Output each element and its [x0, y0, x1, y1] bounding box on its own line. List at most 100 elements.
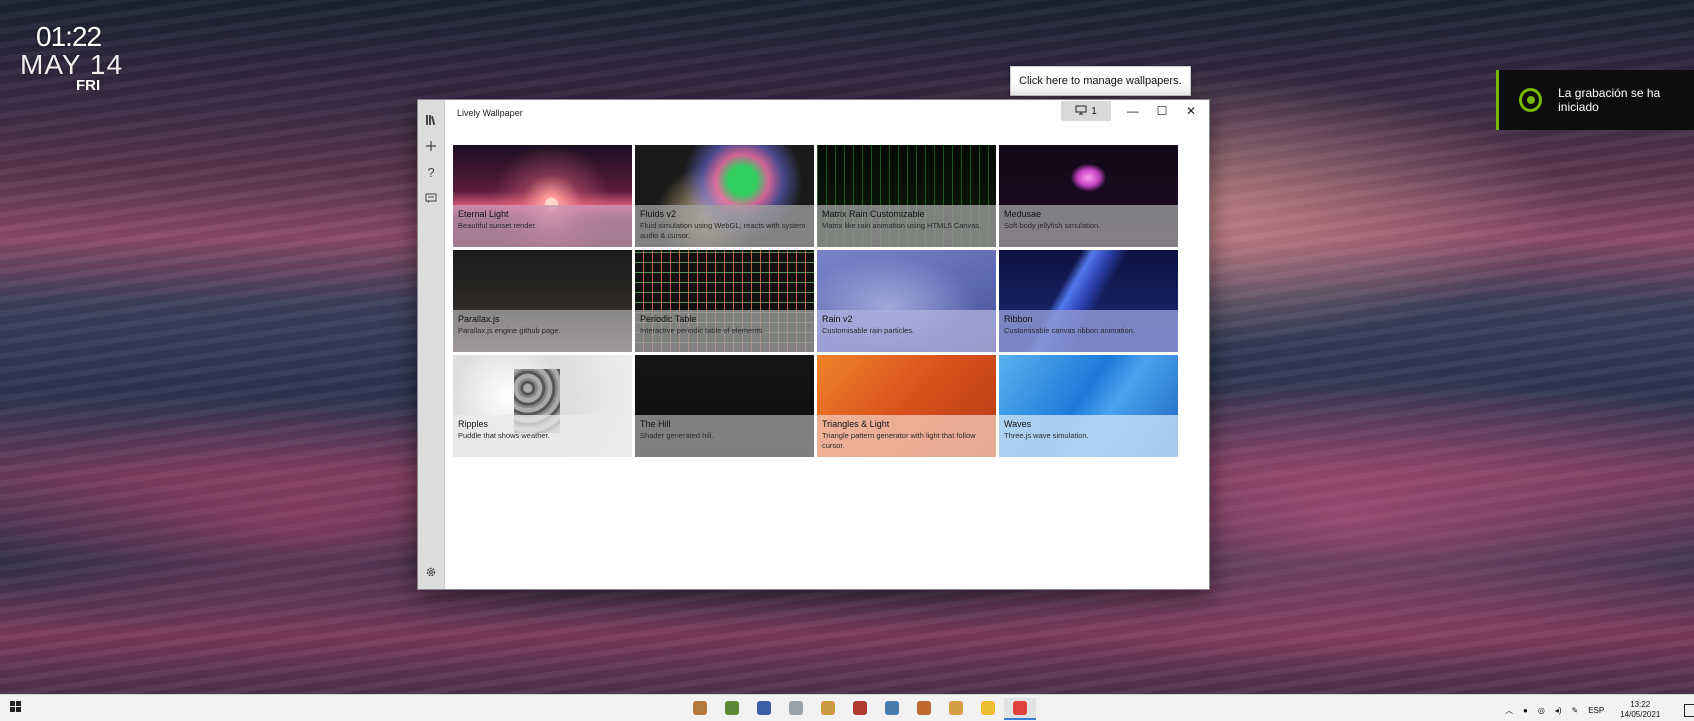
taskbar-app-button[interactable]: [876, 698, 908, 718]
taskbar-app-button[interactable]: [748, 698, 780, 718]
tile-name: Rain v2: [822, 314, 853, 324]
wallpaper-tile[interactable]: Medusae Soft body jellyfish simulation.: [999, 145, 1178, 247]
recording-icon: [1519, 88, 1543, 112]
pen-icon[interactable]: ✎: [1572, 706, 1579, 715]
app-icon-tools: [821, 701, 835, 715]
tile-caption: The Hill Shader generated hill.: [635, 415, 814, 457]
wallpaper-tile[interactable]: Periodic Table Interactive periodic tabl…: [635, 250, 814, 352]
wallpaper-tile[interactable]: Ribbon Customisable canvas ribbon animat…: [999, 250, 1178, 352]
monitor-icon: [1075, 105, 1087, 118]
add-icon[interactable]: [418, 136, 444, 156]
desktop-clock-widget: 01:22 MAY 14 FRI: [20, 22, 123, 94]
taskbar-app-button[interactable]: [780, 698, 812, 718]
network-icon[interactable]: ◎: [1538, 706, 1545, 715]
tile-caption: Matrix Rain Customizable Matrix like rai…: [817, 205, 996, 247]
recording-text: La grabación se ha iniciado: [1558, 86, 1661, 114]
tile-caption: Eternal Light Beautiful sunset render.: [453, 205, 632, 247]
tile-desc: Fluid simulation using WebGL, reacts wit…: [640, 221, 806, 240]
wallpaper-tile[interactable]: Ripples Puddle that shows weather.: [453, 355, 632, 457]
chevron-up-icon[interactable]: ︿: [1505, 705, 1513, 716]
taskbar-app-button[interactable]: [812, 698, 844, 718]
wallpaper-tile[interactable]: Waves Three.js wave simulation.: [999, 355, 1178, 457]
feedback-icon[interactable]: [418, 188, 444, 208]
tile-desc: Interactive periodic table of elements.: [640, 326, 765, 335]
tile-name: Fluids v2: [640, 209, 677, 219]
tile-name: Waves: [1004, 419, 1032, 429]
taskbar-app-button[interactable]: [684, 698, 716, 718]
window-title: Lively Wallpaper: [457, 108, 523, 118]
tile-name: Matrix Rain Customizable: [822, 209, 925, 219]
tile-name: Triangles & Light: [822, 419, 890, 429]
tile-caption: Parallax.js Parallax.js engine github pa…: [453, 310, 632, 352]
taskbar: ︿ ● ◎ ◂) ✎ ESP 13:22 14/05/2021: [0, 694, 1694, 721]
app-icon-robot: [885, 701, 899, 715]
language-indicator[interactable]: ESP: [1588, 706, 1604, 715]
tile-caption: Waves Three.js wave simulation.: [999, 415, 1178, 457]
taskbar-app-button[interactable]: [908, 698, 940, 718]
app-icon-brush: [917, 701, 931, 715]
help-icon[interactable]: ?: [418, 162, 444, 182]
tile-desc: Beautiful sunset render.: [458, 221, 537, 230]
taskbar-app-button[interactable]: [940, 698, 972, 718]
taskbar-clock[interactable]: 13:22 14/05/2021: [1620, 700, 1660, 720]
archive-app-icon: [693, 701, 707, 715]
maximize-button[interactable]: ☐: [1148, 101, 1176, 121]
tile-name: Ripples: [458, 419, 489, 429]
tile-name: Ribbon: [1004, 314, 1033, 324]
clock-time: 01:22: [36, 21, 102, 52]
tile-name: Eternal Light: [458, 209, 509, 219]
lively-window: ? Lively Wallpaper 1 — ☐ ✕ Eternal Light…: [417, 99, 1210, 590]
app-icon-notes: [949, 701, 963, 715]
windows-start-icon[interactable]: [10, 701, 22, 713]
tile-name: Parallax.js: [458, 314, 500, 324]
wallpaper-tile[interactable]: Parallax.js Parallax.js engine github pa…: [453, 250, 632, 352]
wallpaper-tile[interactable]: Triangles & Light Triangle pattern gener…: [817, 355, 996, 457]
volume-icon[interactable]: ◂): [1555, 706, 1562, 715]
tile-caption: Fluids v2 Fluid simulation using WebGL, …: [635, 205, 814, 247]
tile-desc: Customisable canvas ribbon animation.: [1004, 326, 1135, 335]
tile-desc: Parallax.js engine github page.: [458, 326, 561, 335]
emoji-app-icon: [981, 701, 995, 715]
library-icon[interactable]: [418, 110, 444, 130]
app-icon-blue: [757, 701, 771, 715]
monitor-select-button[interactable]: 1: [1061, 101, 1111, 121]
taskbar-app-button[interactable]: [716, 698, 748, 718]
minimize-button[interactable]: —: [1119, 101, 1147, 121]
monitor-number: 1: [1091, 105, 1097, 117]
taskbar-app-button[interactable]: [844, 698, 876, 718]
wallpaper-tile[interactable]: Eternal Light Beautiful sunset render.: [453, 145, 632, 247]
tile-desc: Customisable rain particles.: [822, 326, 915, 335]
tile-desc: Matrix like rain animation using HTML5 C…: [822, 221, 982, 230]
taskbar-app-button[interactable]: [972, 698, 1004, 718]
taskbar-time: 13:22: [1630, 700, 1651, 709]
microphone-icon[interactable]: ●: [1523, 706, 1528, 715]
minecraft-app-icon: [725, 701, 739, 715]
tile-caption: Ribbon Customisable canvas ribbon animat…: [999, 310, 1178, 352]
wallpaper-tile[interactable]: The Hill Shader generated hill.: [635, 355, 814, 457]
tile-desc: Three.js wave simulation.: [1004, 431, 1089, 440]
tile-name: Medusae: [1004, 209, 1042, 219]
tile-caption: Periodic Table Interactive periodic tabl…: [635, 310, 814, 352]
tile-desc: Puddle that shows weather.: [458, 431, 550, 440]
tile-desc: Shader generated hill.: [640, 431, 714, 440]
wallpaper-tile[interactable]: Fluids v2 Fluid simulation using WebGL, …: [635, 145, 814, 247]
tile-caption: Triangles & Light Triangle pattern gener…: [817, 415, 996, 457]
tooltip: Click here to manage wallpapers.: [1010, 66, 1191, 96]
settings-icon[interactable]: [418, 562, 444, 582]
nav-rail: ?: [418, 100, 445, 589]
tile-caption: Medusae Soft body jellyfish simulation.: [999, 205, 1178, 247]
tile-name: Periodic Table: [640, 314, 697, 324]
clock-date: MAY 14: [20, 49, 124, 80]
lively-app-icon: [1013, 701, 1027, 715]
system-tray: ︿ ● ◎ ◂) ✎ ESP 13:22 14/05/2021: [1505, 700, 1694, 720]
taskbar-app-button[interactable]: [1004, 698, 1036, 720]
recording-notification: La grabación se ha iniciado: [1496, 70, 1694, 130]
wallpaper-tile[interactable]: Matrix Rain Customizable Matrix like rai…: [817, 145, 996, 247]
wallpaper-tile[interactable]: Rain v2 Customisable rain particles.: [817, 250, 996, 352]
close-button[interactable]: ✕: [1177, 101, 1205, 121]
tile-desc: Triangle pattern generator with light th…: [822, 431, 976, 450]
tile-caption: Ripples Puddle that shows weather.: [453, 415, 632, 457]
notification-icon[interactable]: [1684, 703, 1694, 717]
wallpaper-grid: Eternal Light Beautiful sunset render. F…: [453, 145, 1178, 457]
tile-desc: Soft body jellyfish simulation.: [1004, 221, 1101, 230]
